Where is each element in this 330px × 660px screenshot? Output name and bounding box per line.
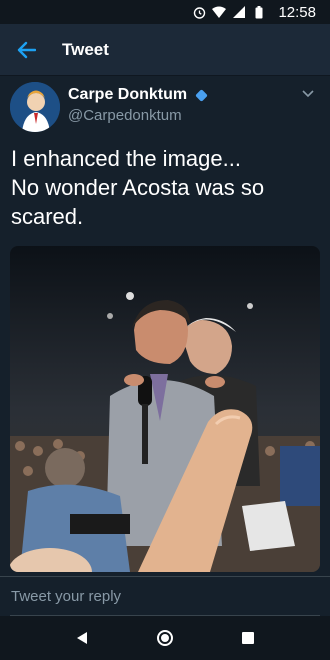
tweet-header: Carpe Donktum @Carpedonktum — [0, 76, 330, 136]
tweet-text-line: No wonder Acosta was so — [11, 175, 265, 200]
wifi-icon — [212, 5, 227, 19]
nav-recents-button[interactable] — [228, 618, 268, 658]
status-bar: 12:58 — [0, 0, 330, 24]
back-triangle-icon — [76, 632, 87, 644]
chevron-down-icon — [302, 90, 314, 98]
home-circle-icon — [156, 630, 173, 646]
user-block: Carpe Donktum @Carpedonktum — [68, 86, 298, 124]
reply-input[interactable]: Tweet your reply — [11, 588, 121, 605]
battery-icon — [252, 5, 266, 19]
reply-bar[interactable]: Tweet your reply — [0, 576, 330, 616]
signal-icon — [232, 5, 246, 19]
tweet-media-photo[interactable] — [10, 246, 320, 572]
avatar[interactable] — [10, 82, 60, 132]
nav-home-button[interactable] — [145, 618, 185, 658]
page-title: Tweet — [62, 39, 109, 59]
user-handle[interactable]: @Carpedonktum — [68, 107, 298, 124]
recents-square-icon — [242, 632, 255, 644]
verified-badge-icon — [195, 88, 208, 102]
nav-back-button[interactable] — [62, 618, 102, 658]
app-bar: Tweet — [0, 24, 330, 76]
tweet-text-line: scared. — [11, 204, 84, 229]
display-name[interactable]: Carpe Donktum — [68, 86, 187, 104]
system-nav-bar — [0, 616, 330, 660]
more-options-button[interactable] — [298, 84, 318, 104]
alarm-icon — [192, 5, 206, 19]
tweet-text: I enhanced the image... No wonder Acosta… — [11, 144, 321, 231]
arrow-left-icon — [17, 41, 36, 58]
back-button[interactable] — [0, 24, 52, 76]
tweet-text-line: I enhanced the image... — [11, 146, 241, 171]
status-time: 12:58 — [278, 3, 316, 21]
